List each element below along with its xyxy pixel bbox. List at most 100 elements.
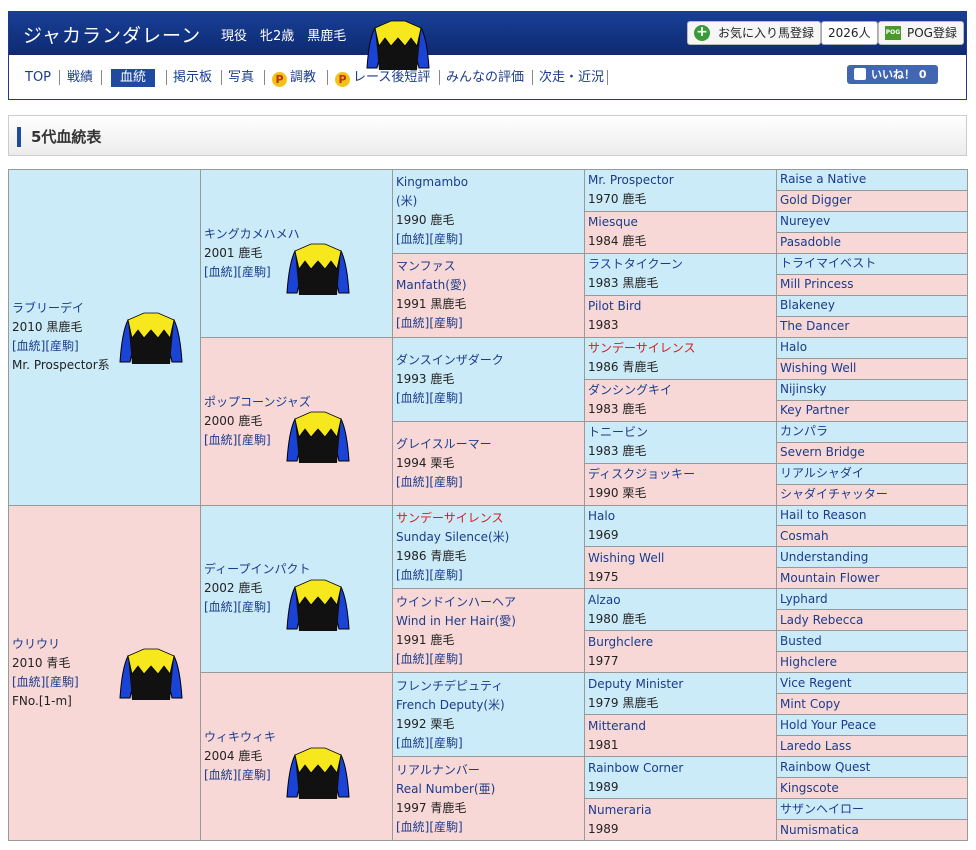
horse-link[interactable]: Mill Princess — [780, 277, 854, 291]
pedigree-link[interactable]: [血統] — [396, 475, 429, 489]
horse-link[interactable]: Nijinsky — [780, 382, 826, 396]
horse-link[interactable]: Numismatica — [780, 823, 859, 837]
horse-link[interactable]: トニービン — [588, 423, 773, 442]
horse-link[interactable]: Highclere — [780, 655, 837, 669]
offspring-link[interactable]: [産駒] — [429, 568, 462, 582]
horse-link[interactable]: トライマイベスト — [780, 256, 876, 270]
horse-link[interactable]: Halo — [588, 507, 773, 526]
pedigree-link[interactable]: [血統] — [204, 433, 237, 447]
horse-link[interactable]: Hail to Reason — [780, 508, 866, 522]
pedigree-link[interactable]: [血統] — [396, 820, 429, 834]
pedigree-link[interactable]: [血統] — [396, 316, 429, 330]
horse-link[interactable]: リアルナンバー — [396, 761, 581, 780]
horse-link[interactable]: Pasadoble — [780, 235, 841, 249]
pedigree-link[interactable]: [血統] — [204, 600, 237, 614]
offspring-link[interactable]: [産駒] — [237, 433, 270, 447]
pedigree-link[interactable]: [血統] — [12, 675, 45, 689]
offspring-link[interactable]: [産駒] — [429, 232, 462, 246]
horse-link[interactable]: Hold Your Peace — [780, 718, 876, 732]
offspring-link[interactable]: [産駒] — [237, 600, 270, 614]
horse-link[interactable]: Halo — [780, 340, 807, 354]
nav-next-race[interactable]: 次走・近況 — [539, 69, 604, 87]
horse-link[interactable]: シャダイチャッター — [780, 487, 888, 501]
nav-pedigree[interactable]: 血統 — [111, 69, 156, 87]
horse-link[interactable]: Busted — [780, 634, 822, 648]
horse-link[interactable]: Wishing Well — [588, 549, 773, 568]
pedigree-table: ラブリーデイ 2010 黒鹿毛 [血統][産駒] Mr. Prospector系 キング… — [8, 169, 968, 841]
horse-link[interactable]: Vice Regent — [780, 676, 852, 690]
offspring-link[interactable]: [産駒] — [237, 265, 270, 279]
pedigree-link[interactable]: [血統] — [396, 736, 429, 750]
horse-link[interactable]: ラストタイクーン — [588, 255, 773, 274]
offspring-link[interactable]: [産駒] — [429, 475, 462, 489]
pedigree-link[interactable]: [血統] — [396, 652, 429, 666]
horse-link[interactable]: サンデーサイレンス — [588, 339, 773, 358]
horse-link[interactable]: Cosmah — [780, 529, 829, 543]
horse-link[interactable]: Key Partner — [780, 403, 849, 417]
horse-link[interactable]: Severn Bridge — [780, 445, 865, 459]
offspring-link[interactable]: [産駒] — [45, 339, 78, 353]
horse-link[interactable]: Pilot Bird — [588, 297, 773, 316]
horse-link[interactable]: Deputy Minister — [588, 675, 773, 694]
horse-link[interactable]: The Dancer — [780, 319, 849, 333]
horse-link[interactable]: サンデーサイレンス — [396, 509, 581, 528]
horse-link[interactable]: ダンシングキイ — [588, 381, 773, 400]
horse-link[interactable]: サザンヘイロー — [780, 802, 864, 816]
pedigree-link[interactable]: [血統] — [396, 232, 429, 246]
offspring-link[interactable]: [産駒] — [429, 736, 462, 750]
nav-ratings[interactable]: みんなの評価 — [446, 69, 524, 87]
nav-top[interactable]: TOP — [25, 69, 51, 87]
pedigree-link[interactable]: [血統] — [204, 768, 237, 782]
offspring-link[interactable]: [産駒] — [429, 391, 462, 405]
nav-board[interactable]: 掲示板 — [173, 69, 212, 87]
offspring-link[interactable]: [産駒] — [429, 316, 462, 330]
horse-link[interactable]: Numeraria — [588, 801, 773, 820]
nav-results[interactable]: 戦績 — [67, 69, 93, 87]
horse-link[interactable]: Miesque — [588, 213, 773, 232]
horse-link[interactable]: Blakeney — [780, 298, 835, 312]
pedigree-cell-gen5: Severn Bridge — [776, 441, 968, 464]
pedigree-link[interactable]: [血統] — [204, 265, 237, 279]
horse-link[interactable]: Mountain Flower — [780, 571, 879, 585]
pedigree-link[interactable]: [血統] — [396, 391, 429, 405]
pedigree-link[interactable]: [血統] — [396, 568, 429, 582]
horse-link[interactable]: Kingscote — [780, 781, 839, 795]
nav-race-review[interactable]: P レース後短評 — [335, 69, 430, 87]
horse-link[interactable]: ウインドインハーヘア — [396, 593, 581, 612]
facebook-like-button[interactable]: いいね！ 0 — [847, 65, 938, 84]
horse-link[interactable]: Kingmambo — [396, 173, 581, 192]
horse-link[interactable]: Understanding — [780, 550, 868, 564]
horse-link[interactable]: Rainbow Corner — [588, 759, 773, 778]
offspring-link[interactable]: [産駒] — [429, 652, 462, 666]
offspring-link[interactable]: [産駒] — [237, 768, 270, 782]
favorite-register-button[interactable]: + お気に入り馬登録 — [687, 21, 822, 45]
horse-link[interactable]: Gold Digger — [780, 193, 852, 207]
horse-link[interactable]: Lyphard — [780, 592, 828, 606]
horse-link[interactable]: Laredo Lass — [780, 739, 851, 753]
horse-link[interactable]: グレイスルーマー — [396, 435, 581, 454]
horse-link[interactable]: Nureyev — [780, 214, 830, 228]
horse-link[interactable]: Wishing Well — [780, 361, 856, 375]
pedigree-cell-gen5: Nureyev — [776, 210, 968, 233]
pedigree-link[interactable]: [血統] — [12, 339, 45, 353]
horse-link[interactable]: Mitterand — [588, 717, 773, 736]
nav-photos[interactable]: 写真 — [228, 69, 254, 87]
nav-training[interactable]: P 調教 — [272, 69, 316, 87]
horse-link[interactable]: マンファス — [396, 257, 581, 276]
horse-link[interactable]: Mr. Prospector — [588, 171, 773, 190]
horse-link[interactable]: Lady Rebecca — [780, 613, 863, 627]
horse-link[interactable]: フレンチデピュティ — [396, 677, 581, 696]
offspring-link[interactable]: [産駒] — [429, 820, 462, 834]
horse-link[interactable]: リアルシャダイ — [780, 466, 864, 480]
horse-link[interactable]: Alzao — [588, 591, 773, 610]
horse-link[interactable]: Burghclere — [588, 633, 773, 652]
horse-link[interactable]: カンパラ — [780, 424, 828, 438]
offspring-link[interactable]: [産駒] — [45, 675, 78, 689]
pog-register-button[interactable]: POG POG登録 — [878, 21, 964, 45]
horse-link[interactable]: ディスクジョッキー — [588, 465, 773, 484]
horse-link[interactable]: ダンスインザダーク — [396, 351, 581, 370]
horse-link[interactable]: Raise a Native — [780, 172, 866, 186]
horse-link[interactable]: Rainbow Quest — [780, 760, 870, 774]
horse-link[interactable]: Mint Copy — [780, 697, 840, 711]
section-title: 5代血統表 — [31, 128, 102, 146]
